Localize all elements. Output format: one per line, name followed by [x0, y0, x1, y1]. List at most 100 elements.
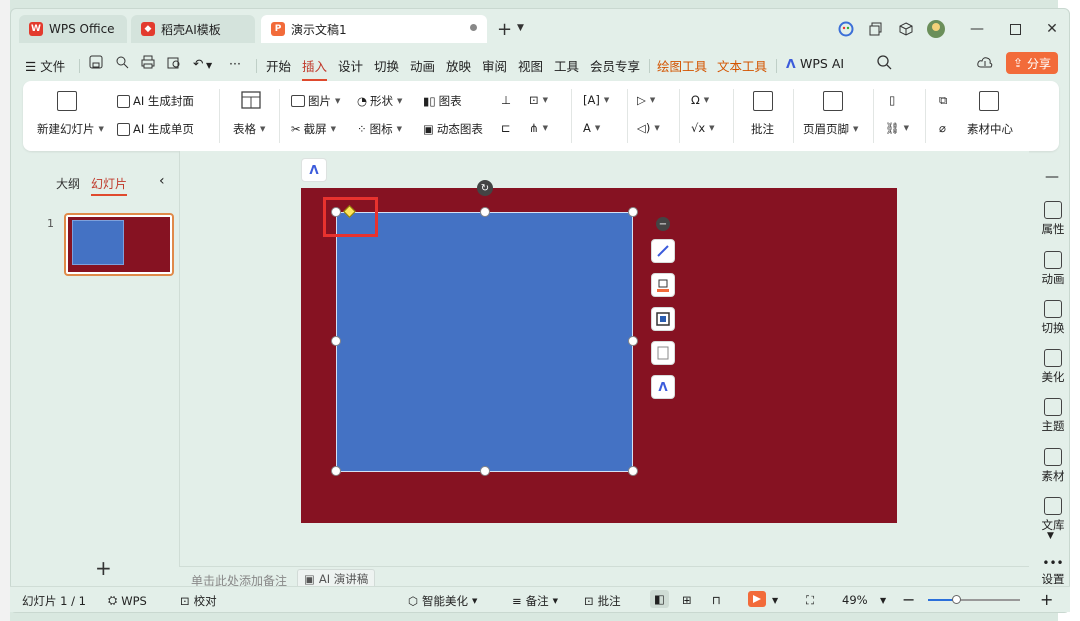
chart-button[interactable]: ▮▯ 图表: [423, 93, 462, 109]
copy-format-icon[interactable]: ⧉: [939, 93, 947, 108]
picture-button[interactable]: 图片 ▼: [291, 93, 340, 109]
chevron-down-icon[interactable]: ▼: [880, 596, 886, 605]
tab-slides[interactable]: 幻灯片: [91, 175, 128, 196]
save-icon[interactable]: [89, 55, 103, 69]
sidebar-item-beautify[interactable]: 美化: [1029, 349, 1069, 385]
table-button[interactable]: 表格 ▼: [233, 121, 265, 137]
sidebar-item-transition[interactable]: 切换: [1029, 300, 1069, 336]
icon-button[interactable]: ⁘ 图标 ▼: [357, 121, 402, 137]
rotate-handle-icon[interactable]: ↻: [477, 180, 493, 196]
search-icon[interactable]: [877, 55, 892, 70]
avatar[interactable]: [926, 20, 946, 38]
reading-view-icon[interactable]: ⊓: [712, 593, 721, 607]
org-chart-icon[interactable]: ⊥: [501, 93, 511, 107]
tab-presentation[interactable]: P 演示文稿1: [261, 15, 487, 43]
zoom-out-icon[interactable]: −: [902, 590, 915, 609]
menu-home[interactable]: 开始: [266, 56, 291, 75]
table-icon[interactable]: [241, 91, 261, 109]
header-footer-button[interactable]: 页眉页脚 ▼: [803, 121, 858, 137]
audio-icon[interactable]: ◁) ▼: [637, 121, 660, 135]
attachment-icon[interactable]: ⌀: [939, 121, 946, 135]
chevron-down-icon[interactable]: ▼: [1047, 531, 1054, 541]
comments-toggle-button[interactable]: ⊡ 批注: [584, 593, 621, 609]
fit-window-icon[interactable]: ⛶: [806, 593, 814, 608]
smart-beautify-button[interactable]: ⬡ 智能美化 ▼: [408, 593, 477, 609]
cloud-upload-icon[interactable]: [977, 55, 993, 69]
menu-slideshow[interactable]: 放映: [446, 56, 471, 75]
normal-view-icon[interactable]: ◧: [650, 590, 669, 608]
notes-toggle-button[interactable]: ≡ 备注 ▼: [512, 593, 558, 609]
print-icon[interactable]: [141, 55, 155, 69]
shape-button[interactable]: ◔ 形状 ▼: [357, 93, 402, 109]
window-copy-icon[interactable]: [866, 20, 886, 38]
shape-style-button[interactable]: [651, 239, 675, 263]
material-center-button[interactable]: 素材中心: [967, 121, 1013, 137]
tab-outline[interactable]: 大纲: [56, 175, 80, 192]
undo-icon[interactable]: ↶ ▼: [193, 56, 212, 71]
maximize-icon[interactable]: [1005, 20, 1025, 38]
zoom-level[interactable]: 49%: [842, 593, 868, 607]
comment-icon[interactable]: [753, 91, 773, 111]
resize-handle-top-right[interactable]: [628, 207, 638, 217]
resize-handle-bottom[interactable]: [480, 466, 490, 476]
find-icon[interactable]: [115, 55, 129, 69]
minimize-icon[interactable]: —: [967, 20, 987, 38]
comment-button[interactable]: 批注: [751, 121, 774, 137]
wps-ai-float-button[interactable]: ᐱ: [301, 158, 327, 182]
collapse-sidebar-icon[interactable]: —: [1045, 169, 1059, 185]
video-icon[interactable]: ▷ ▼: [637, 93, 655, 107]
menu-design[interactable]: 设计: [338, 56, 363, 75]
text-effect-button[interactable]: [651, 341, 675, 365]
collapse-panel-icon[interactable]: ‹: [159, 173, 165, 189]
menu-member[interactable]: 会员专享: [590, 56, 640, 75]
add-slide-button[interactable]: +: [95, 556, 112, 580]
sidebar-item-properties[interactable]: 属性: [1029, 201, 1069, 237]
sidebar-item-library[interactable]: 文库: [1029, 497, 1069, 533]
material-center-icon[interactable]: [979, 91, 999, 111]
new-slide-icon[interactable]: [57, 91, 77, 111]
tab-wps-office[interactable]: W WPS Office: [19, 15, 127, 43]
new-slide-button[interactable]: 新建幻灯片 ▼: [37, 121, 104, 137]
menu-transitions[interactable]: 切换: [374, 56, 399, 75]
wps-status-button[interactable]: ⛭ WPS: [108, 593, 147, 608]
fill-color-button[interactable]: [651, 273, 675, 297]
play-slideshow-button[interactable]: [748, 591, 766, 607]
menu-animations[interactable]: 动画: [410, 56, 435, 75]
print-preview-icon[interactable]: [167, 55, 181, 69]
hyperlink-icon[interactable]: ⛓ ▼: [885, 121, 909, 135]
selected-rectangle-shape[interactable]: [336, 212, 633, 472]
menu-insert[interactable]: 插入: [302, 56, 328, 81]
symbol-icon[interactable]: Ω ▼: [691, 93, 709, 107]
resize-handle-top[interactable]: [480, 207, 490, 217]
wordart-icon[interactable]: A ▼: [583, 121, 600, 135]
dynamic-chart-button[interactable]: ▣ 动态图表: [423, 121, 483, 137]
menu-review[interactable]: 审阅: [482, 56, 507, 75]
proofread-button[interactable]: ⊡ 校对: [180, 593, 217, 609]
chevron-down-icon[interactable]: ▼: [517, 23, 524, 33]
slide-thumbnail[interactable]: [64, 213, 174, 276]
sidebar-item-theme[interactable]: 主题: [1029, 398, 1069, 434]
textbox-icon[interactable]: [A] ▼: [583, 93, 609, 107]
ai-single-page-button[interactable]: AI 生成单页: [117, 121, 194, 137]
sidebar-item-animation[interactable]: 动画: [1029, 251, 1069, 287]
more-icon[interactable]: ···: [229, 56, 241, 71]
zoom-in-icon[interactable]: +: [1040, 590, 1053, 609]
cube-icon[interactable]: [896, 20, 916, 38]
mindmap-icon[interactable]: ⋔ ▼: [529, 121, 548, 135]
sidebar-item-settings[interactable]: ••• 设置: [1029, 557, 1069, 587]
menu-text-tools[interactable]: 文本工具: [717, 56, 767, 75]
collapse-toolbar-icon[interactable]: −: [656, 217, 670, 231]
resize-handle-left[interactable]: [331, 336, 341, 346]
unsaved-dot-icon[interactable]: [470, 24, 477, 31]
share-button[interactable]: ⇪ 分享: [1006, 52, 1058, 74]
ai-cover-button[interactable]: AI 生成封面: [117, 93, 194, 109]
zoom-slider-handle[interactable]: [951, 595, 961, 604]
close-icon[interactable]: ✕: [1042, 20, 1062, 38]
menu-tools[interactable]: 工具: [554, 56, 579, 75]
menu-drawing-tools[interactable]: 绘图工具: [657, 56, 707, 75]
menu-view[interactable]: 视图: [518, 56, 543, 75]
object-icon[interactable]: ▯: [889, 93, 895, 107]
menu-file[interactable]: ☰ 文件: [25, 56, 65, 75]
new-tab-icon[interactable]: +: [497, 19, 512, 40]
header-footer-icon[interactable]: [823, 91, 843, 111]
